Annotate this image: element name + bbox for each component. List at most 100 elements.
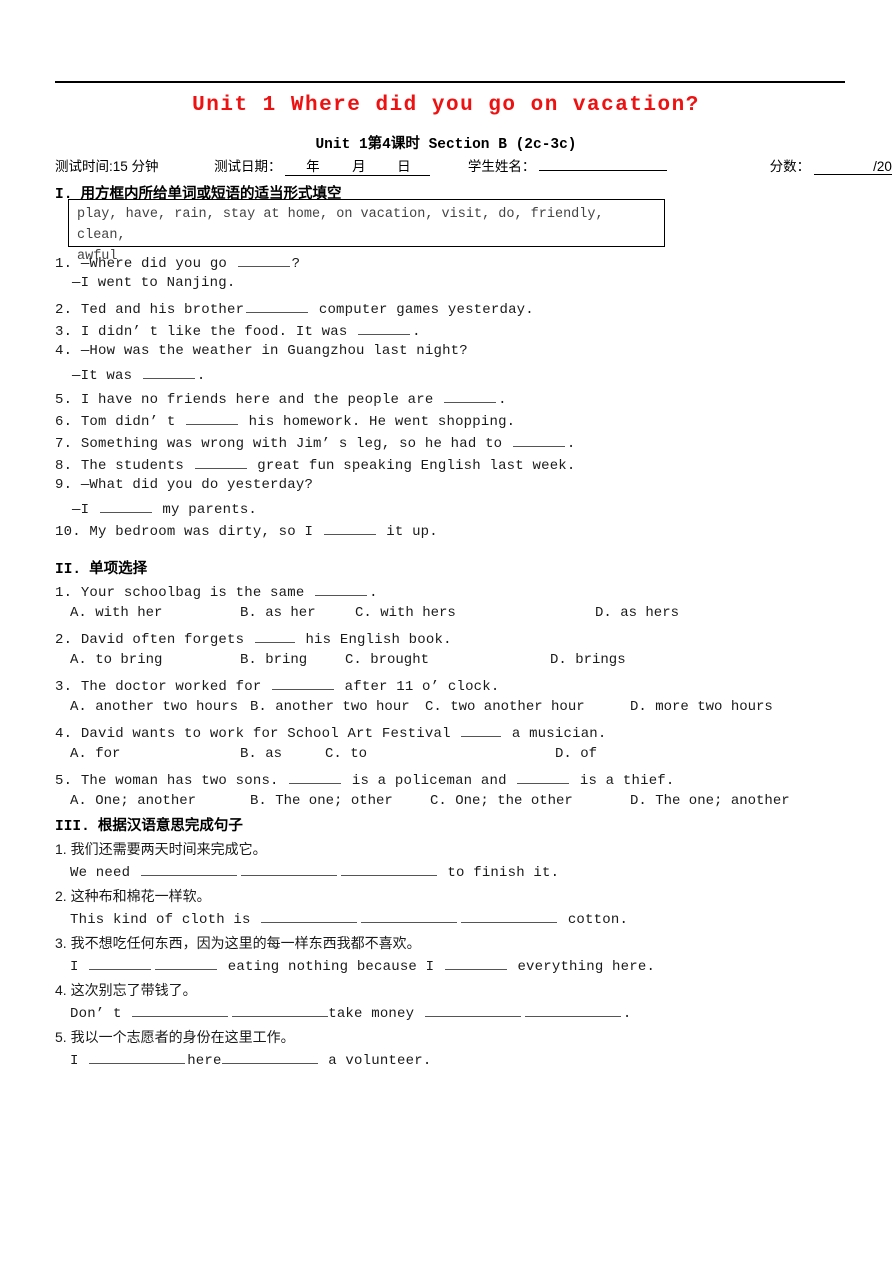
s2-q2-option-a[interactable]: A. to bring	[70, 652, 240, 668]
blank[interactable]	[221, 1050, 318, 1064]
s2-question-1: 1. Your schoolbag is the same .	[55, 582, 378, 601]
s2-q5-option-c[interactable]: C. One; the other	[430, 793, 630, 809]
s2-question-5: 5. The woman has two sons. is a policema…	[55, 770, 675, 789]
s3-question-1-english: We need to finish it.	[70, 862, 559, 881]
s2-q5-option-b[interactable]: B. The one; other	[250, 793, 430, 809]
s2-q2-option-c[interactable]: C. brought	[345, 652, 550, 668]
s2-q1-option-c[interactable]: C. with hers	[355, 605, 595, 621]
s2-q1-option-d[interactable]: D. as hers	[595, 605, 679, 621]
s2-q3-num: 3.	[55, 679, 73, 695]
s1-item-1-post: ?	[291, 256, 301, 272]
s2-q3-option-b[interactable]: B. another two hour	[250, 699, 425, 715]
blank[interactable]	[89, 956, 152, 970]
blank[interactable]	[261, 909, 358, 923]
blank[interactable]	[512, 433, 565, 447]
s1-item-9-answer-post: my parents.	[153, 502, 258, 518]
s1-item-4-num: 4.	[55, 343, 73, 359]
student-name-field[interactable]	[539, 155, 668, 171]
s1-item-1-text: —Where did you go	[80, 256, 236, 272]
blank[interactable]	[232, 1003, 329, 1017]
blank[interactable]	[444, 956, 507, 970]
blank[interactable]	[254, 629, 295, 643]
s1-item-6-post: his homework. He went shopping.	[240, 414, 516, 430]
s3-q5-cn: 我以一个志愿者的身份在这里工作。	[70, 1029, 295, 1045]
blank[interactable]	[315, 582, 368, 596]
s1-item-6: 6. Tom didn’ t his homework. He went sho…	[55, 411, 515, 430]
s1-item-5-num: 5.	[55, 392, 73, 408]
score-field[interactable]: /20	[813, 159, 892, 175]
s3-q1-en-post: to finish it.	[438, 865, 560, 881]
s1-item-1: 1. —Where did you go ?	[55, 253, 300, 272]
s2-q2-option-d[interactable]: D. brings	[550, 652, 626, 668]
s2-q2-option-b[interactable]: B. bring	[240, 652, 345, 668]
blank[interactable]	[444, 389, 497, 403]
blank[interactable]	[361, 909, 458, 923]
s2-q5-post: is a thief.	[571, 773, 675, 789]
blank[interactable]	[237, 253, 290, 267]
s3-question-5-english: I here a volunteer.	[70, 1050, 431, 1069]
s3-q4-en-pre: Don’ t	[70, 1006, 131, 1022]
s2-q4-post: a musician.	[503, 726, 607, 742]
s2-q4-options: A. for B. as C. to D. of	[70, 746, 597, 762]
blank[interactable]	[289, 770, 342, 784]
s2-q4-option-c[interactable]: C. to	[325, 746, 555, 762]
s1-item-4-answer-post: .	[196, 368, 206, 384]
s3-q2-cn: 这种布和棉花一样软。	[70, 888, 211, 904]
s1-item-3: 3. I didn’ t like the food. It was .	[55, 321, 421, 340]
s2-q3-option-c[interactable]: C. two another hour	[425, 699, 630, 715]
s3-q3-en-post: everything here.	[508, 959, 656, 975]
word-bank-box: play, have, rain, stay at home, on vacat…	[68, 199, 665, 264]
section-2-roman: II.	[55, 562, 82, 578]
blank[interactable]	[424, 1003, 521, 1017]
s1-item-9-answer-text: —I	[72, 502, 98, 518]
s1-item-9-answer: —I my parents.	[72, 499, 257, 518]
blank[interactable]	[524, 1003, 621, 1017]
s2-q3-options: A. another two hours B. another two hour C…	[70, 699, 773, 715]
test-date-field[interactable]: 年月日	[285, 155, 431, 176]
blank[interactable]	[99, 499, 152, 513]
s1-item-3-text: I didn’ t like the food. It was	[80, 324, 357, 340]
blank[interactable]	[194, 455, 247, 469]
blank[interactable]	[461, 909, 558, 923]
s2-q3-option-a[interactable]: A. another two hours	[70, 699, 250, 715]
s2-q4-option-b[interactable]: B. as	[240, 746, 325, 762]
s3-q2-en-post: cotton.	[559, 912, 629, 928]
s2-q4-option-a[interactable]: A. for	[70, 746, 240, 762]
blank[interactable]	[272, 676, 335, 690]
blank[interactable]	[155, 956, 218, 970]
s3-question-3-chinese: 3. 我不想吃任何东西，因为这里的每一样东西我都不喜欢。	[55, 933, 421, 953]
blank[interactable]	[323, 521, 376, 535]
blank[interactable]	[89, 1050, 186, 1064]
s1-item-10: 10. My bedroom was dirty, so I it up.	[55, 521, 438, 540]
blank[interactable]	[186, 411, 239, 425]
blank[interactable]	[246, 299, 309, 313]
blank[interactable]	[142, 365, 195, 379]
blank[interactable]	[240, 862, 337, 876]
s1-item-7-num: 7.	[55, 436, 73, 452]
s3-q2-num: 2.	[55, 888, 67, 904]
blank[interactable]	[340, 862, 437, 876]
s3-q5-en-post: a volunteer.	[319, 1053, 432, 1069]
s2-q1-option-b[interactable]: B. as her	[240, 605, 355, 621]
s2-q3-option-d[interactable]: D. more two hours	[630, 699, 773, 715]
s2-q4-num: 4.	[55, 726, 73, 742]
blank[interactable]	[517, 770, 570, 784]
s2-q1-option-a[interactable]: A. with her	[70, 605, 240, 621]
s3-q3-en-pre: I	[70, 959, 88, 975]
section-3-title: 根据汉语意思完成句子	[97, 818, 243, 834]
s1-item-2-text: Ted and his brother	[80, 302, 245, 318]
s2-q5-num: 5.	[55, 773, 73, 789]
s3-q2-en-pre: This kind of cloth is	[70, 912, 260, 928]
s2-q4-option-d[interactable]: D. of	[555, 746, 597, 762]
blank[interactable]	[132, 1003, 229, 1017]
s3-question-3-english: I eating nothing because I everything he…	[70, 956, 655, 975]
s1-item-5-post: .	[498, 392, 507, 408]
test-date-label: 测试日期：	[214, 159, 282, 174]
s3-q4-en-post: .	[622, 1006, 632, 1022]
date-year-unit: 年	[306, 159, 320, 174]
s2-q5-option-d[interactable]: D. The one; another	[630, 793, 790, 809]
blank[interactable]	[358, 321, 411, 335]
blank[interactable]	[140, 862, 237, 876]
blank[interactable]	[461, 723, 502, 737]
s2-q5-option-a[interactable]: A. One; another	[70, 793, 250, 809]
